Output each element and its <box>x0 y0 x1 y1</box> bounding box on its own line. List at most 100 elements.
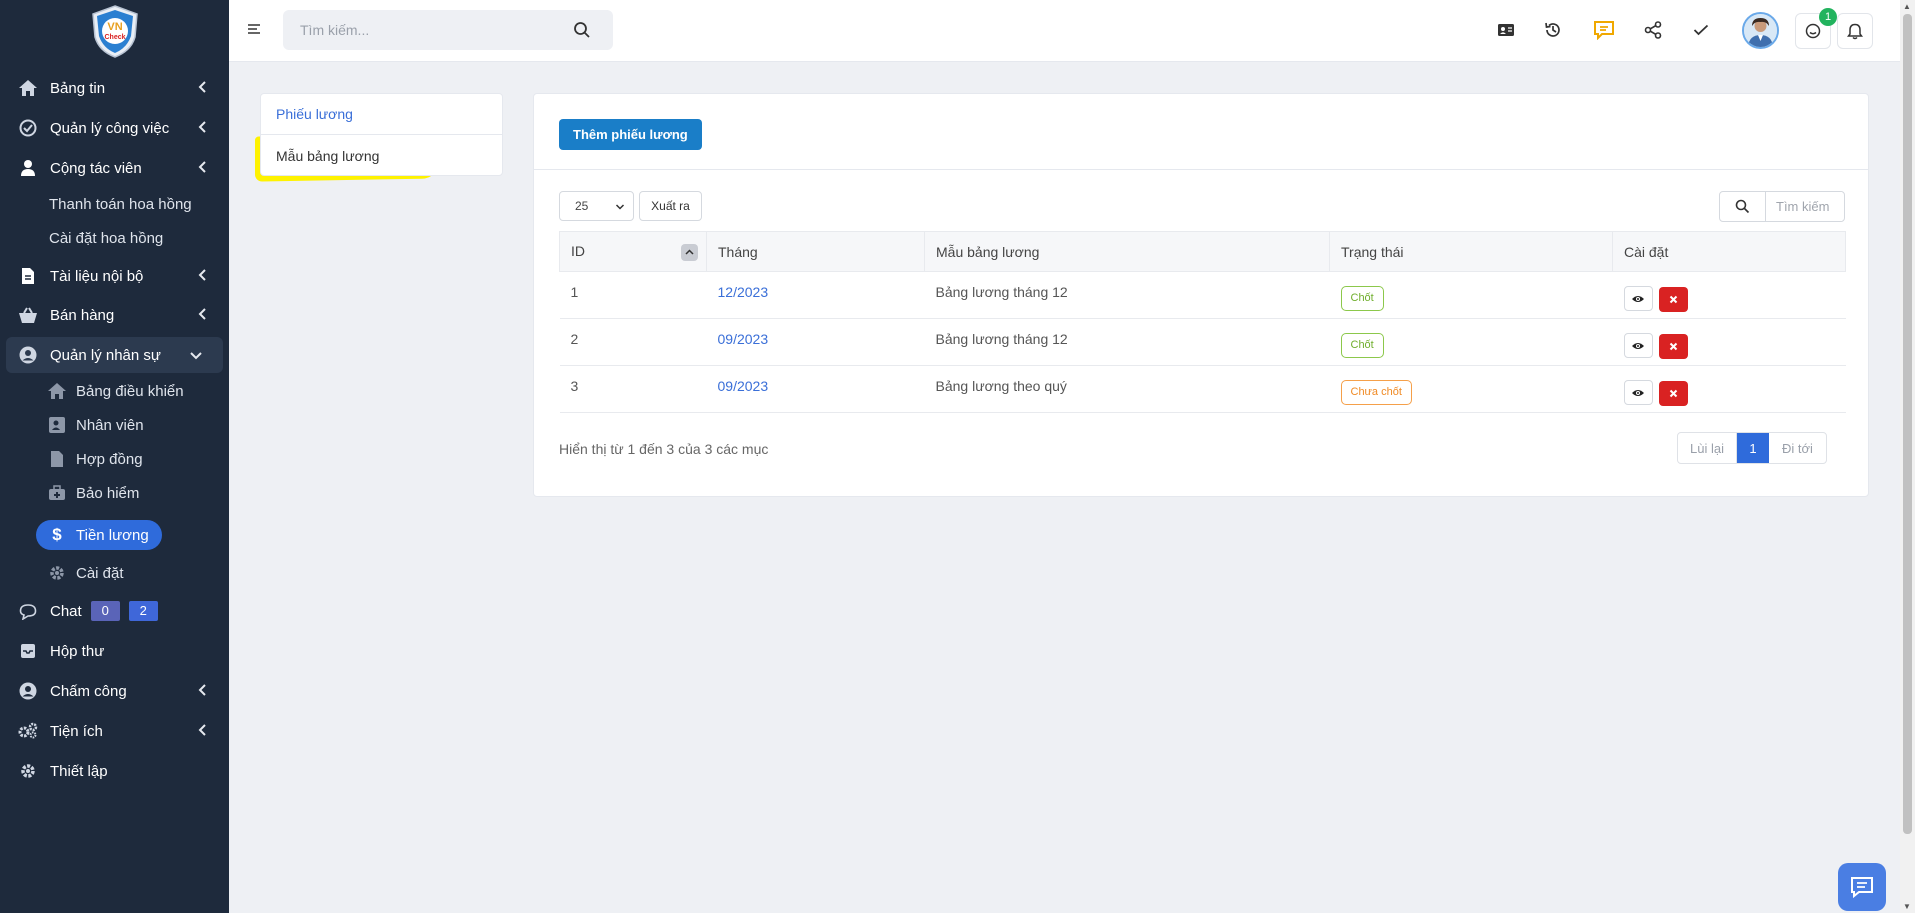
cell-id: 1 <box>559 271 707 319</box>
sidebar-item-label: Chấm công <box>50 682 127 700</box>
home-icon <box>46 380 68 402</box>
page-size-value: 25 <box>575 199 589 213</box>
sidebar-item-label: Quản lý công việc <box>50 119 170 137</box>
scroll-down-icon[interactable]: ▼ <box>1903 902 1911 911</box>
status-badge: Chưa chốt <box>1340 380 1412 405</box>
search-icon[interactable] <box>573 21 591 39</box>
chat-fab-button[interactable] <box>1838 863 1886 911</box>
tab-phieu-luong[interactable]: Phiếu lương <box>261 94 502 135</box>
eye-icon <box>1632 295 1644 302</box>
export-button[interactable]: Xuất ra <box>639 191 702 221</box>
medical-kit-icon <box>46 482 68 504</box>
sidebar-item-thiet-lap[interactable]: Thiết lập <box>0 753 229 789</box>
add-payslip-button[interactable]: Thêm phiếu lương <box>559 119 702 150</box>
table-search <box>1719 191 1845 222</box>
sidebar-item-tien-ich[interactable]: Tiện ích <box>0 713 229 749</box>
sort-asc-icon[interactable] <box>681 243 698 261</box>
chat-badge-total: 2 <box>128 601 158 621</box>
view-button[interactable] <box>1623 286 1653 311</box>
column-header-mau-bang-luong[interactable]: Mẫu bảng lương <box>924 231 1330 272</box>
table-search-button[interactable] <box>1720 192 1766 221</box>
cell-id: 2 <box>559 318 707 366</box>
view-button[interactable] <box>1623 333 1653 358</box>
svg-text:VN: VN <box>107 21 122 33</box>
column-header-id[interactable]: ID <box>559 231 707 272</box>
sidebar-subitem-cai-dat[interactable]: Cài đặt <box>46 559 124 587</box>
tab-mau-bang-luong[interactable]: Mẫu bảng lương <box>261 135 502 176</box>
sidebar-subitem-label: Tiền lương <box>76 526 149 544</box>
table-header-row: ID Tháng Mẫu bảng lương Trạng thái Cài đ… <box>559 231 1846 272</box>
payroll-card: Thêm phiếu lương 25 Xuất ra ID Tháng Mẫu… <box>533 93 1869 497</box>
dollar-icon: $ <box>52 525 62 544</box>
page-size-select[interactable]: 25 <box>559 191 634 221</box>
sidebar-item-label: Tài liệu nội bộ <box>50 267 144 285</box>
sidebar-subitem-label: Hợp đồng <box>76 450 143 468</box>
smile-icon <box>1805 23 1821 39</box>
table-search-input[interactable] <box>1766 192 1842 221</box>
chat-bubble-icon <box>17 600 39 622</box>
chevron-left-icon <box>195 723 209 739</box>
delete-button[interactable] <box>1659 333 1689 359</box>
cell-month-link[interactable]: 09/2023 <box>718 378 769 394</box>
chevron-left-icon <box>195 307 209 323</box>
contact-card-icon[interactable] <box>1492 16 1520 44</box>
column-header-thang[interactable]: Tháng <box>706 231 925 272</box>
pager-prev-button[interactable]: Lùi lại <box>1678 433 1737 463</box>
global-search-input[interactable] <box>300 22 560 38</box>
menu-toggle-icon[interactable] <box>247 22 263 38</box>
sidebar-item-quan-ly-cong-viec[interactable]: Quản lý công việc <box>0 110 229 146</box>
check-circle-icon <box>17 117 39 139</box>
gear-icon <box>17 760 39 782</box>
sidebar-subitem-bang-dieu-khien[interactable]: Bảng điều khiển <box>46 377 184 405</box>
file-icon <box>46 448 68 470</box>
delete-button[interactable] <box>1659 286 1689 312</box>
inbox-icon <box>17 640 39 662</box>
scrollbar-thumb[interactable] <box>1903 14 1912 834</box>
table-row: 1 12/2023 Bảng lương tháng 12 Chốt <box>559 271 1846 319</box>
pager-page-1[interactable]: 1 <box>1737 433 1769 463</box>
sidebar-item-tai-lieu-noi-bo[interactable]: Tài liệu nội bộ <box>0 258 229 294</box>
cell-id: 3 <box>559 365 707 413</box>
chevron-left-icon <box>195 268 209 284</box>
column-header-trang-thai[interactable]: Trạng thái <box>1329 231 1613 272</box>
gears-icon <box>17 720 39 742</box>
history-icon[interactable] <box>1539 16 1567 44</box>
sidebar-item-quan-ly-nhan-su[interactable]: Quản lý nhân sự <box>6 337 223 373</box>
comment-icon[interactable] <box>1590 16 1618 44</box>
sidebar-subitem-tien-luong[interactable]: $ Tiền lương <box>36 520 162 550</box>
id-card-icon <box>46 414 68 436</box>
chevron-left-icon <box>195 120 209 136</box>
view-button[interactable] <box>1623 380 1653 405</box>
logo[interactable]: VN Check <box>0 0 229 62</box>
search-icon <box>1735 199 1750 214</box>
sidebar-item-cong-tac-vien[interactable]: Cộng tác viên <box>0 150 229 186</box>
sidebar-item-cham-cong[interactable]: Chấm công <box>0 673 229 709</box>
bell-button[interactable] <box>1837 13 1873 49</box>
sidebar-subitem-nhan-vien[interactable]: Nhân viên <box>46 411 144 439</box>
sidebar-subitem-thanh-toan-hoa-hong[interactable]: Thanh toán hoa hồng <box>49 191 192 217</box>
sidebar: VN Check Bảng tin Quản lý công việc Cộng… <box>0 0 229 913</box>
topbar: 1 <box>229 0 1900 62</box>
cell-month-link[interactable]: 09/2023 <box>718 331 769 347</box>
notification-badge: 1 <box>1819 8 1837 26</box>
payroll-tabs: Phiếu lương Mẫu bảng lương <box>260 93 503 176</box>
check-icon[interactable] <box>1687 16 1715 44</box>
pager-next-button[interactable]: Đi tới <box>1769 433 1826 463</box>
cell-template: Bảng lương tháng 12 <box>924 271 1330 319</box>
chevron-down-icon <box>615 204 625 210</box>
cell-month-link[interactable]: 12/2023 <box>718 284 769 300</box>
sidebar-item-ban-hang[interactable]: Bán hàng <box>0 297 229 333</box>
sidebar-item-bang-tin[interactable]: Bảng tin <box>0 70 229 106</box>
delete-button[interactable] <box>1659 380 1689 406</box>
sidebar-subitem-bao-hiem[interactable]: Bảo hiểm <box>46 479 139 507</box>
sidebar-item-hop-thu[interactable]: Hộp thư <box>0 633 229 669</box>
sidebar-subitem-cai-dat-hoa-hong[interactable]: Cài đặt hoa hồng <box>49 225 163 251</box>
sidebar-item-label: Hộp thư <box>50 642 105 660</box>
sidebar-item-chat[interactable]: Chat 0 2 <box>0 593 229 629</box>
page-scrollbar[interactable]: ▲ ▼ <box>1900 0 1915 913</box>
sidebar-subitem-hop-dong[interactable]: Hợp đồng <box>46 445 143 473</box>
scroll-up-icon[interactable]: ▲ <box>1903 2 1911 11</box>
avatar[interactable] <box>1742 12 1779 49</box>
pagination: Lùi lại 1 Đi tới <box>1677 432 1827 464</box>
share-icon[interactable] <box>1639 16 1667 44</box>
